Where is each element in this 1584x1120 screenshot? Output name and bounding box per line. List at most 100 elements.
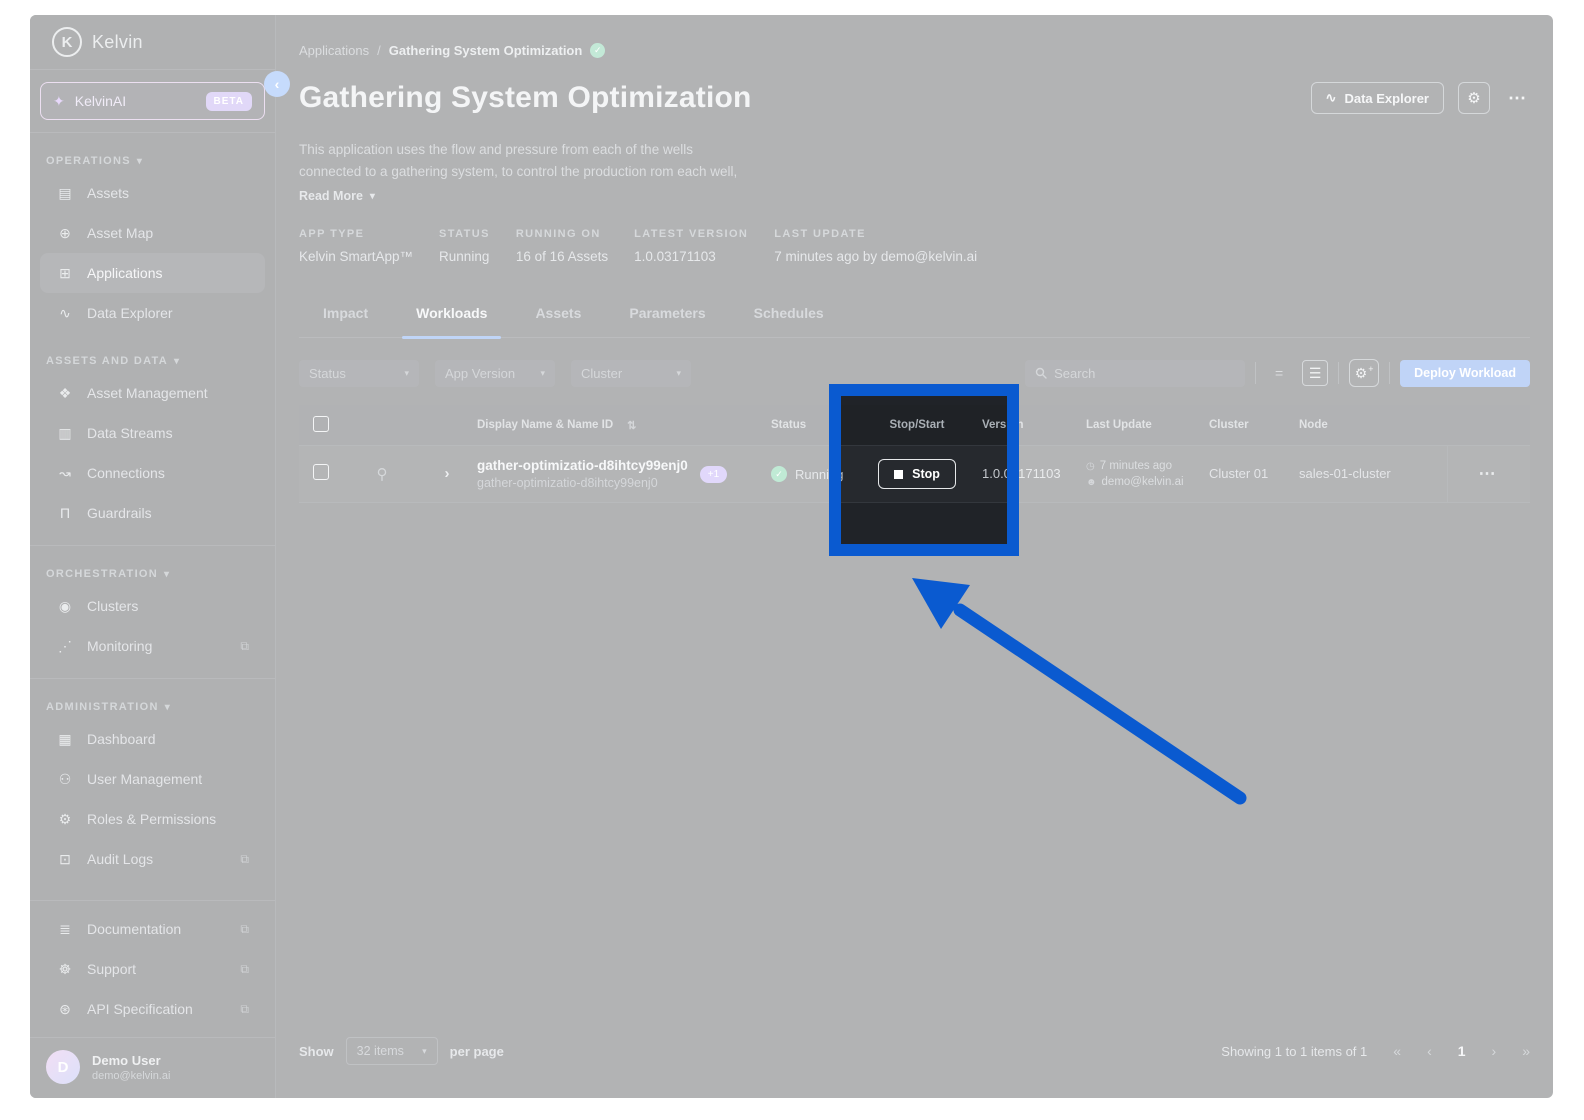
meta-value: 7 minutes ago by demo@kelvin.ai (774, 249, 978, 264)
compact-rows-icon: = (1275, 365, 1284, 381)
tab-workloads[interactable]: Workloads (392, 295, 511, 339)
sidebar-item-support[interactable]: ☸ Support ⧉ (40, 949, 265, 989)
sidebar-item-kelvinai[interactable]: ✦ KelvinAI BETA (40, 82, 265, 120)
clock-icon: ◷ (1086, 460, 1095, 472)
data-explorer-button[interactable]: ∿ Data Explorer (1310, 82, 1444, 114)
assets-icon: ▤ (58, 184, 72, 201)
section-header-assets-and-data[interactable]: ASSETS AND DATA ▾ (30, 347, 275, 373)
row-actions-button[interactable]: ⋯ (1479, 464, 1496, 484)
sidebar-item-guardrails[interactable]: Π Guardrails (40, 493, 265, 533)
tab-assets[interactable]: Assets (511, 295, 605, 337)
app-window: K Kelvin ✦ KelvinAI BETA OPERATIONS ▾ ▤ … (30, 15, 1553, 1098)
sidebar-item-label: Clusters (87, 598, 139, 614)
sidebar-item-data-explorer[interactable]: ∿ Data Explorer (40, 293, 265, 333)
sidebar-item-applications[interactable]: ⊞ Applications (40, 253, 265, 293)
sidebar-item-dashboard[interactable]: ▦ Dashboard (40, 719, 265, 759)
sidebar-item-user-management[interactable]: ⚇ User Management (40, 759, 265, 799)
cluster-filter-dropdown[interactable]: Cluster ▾ (571, 359, 691, 387)
stop-button[interactable]: Stop (878, 459, 956, 489)
app-version-filter-dropdown[interactable]: App Version ▾ (435, 359, 555, 387)
previous-page-button[interactable]: ‹ (1427, 1043, 1432, 1059)
kelvin-logo-icon: K (52, 27, 82, 57)
current-page[interactable]: 1 (1458, 1043, 1466, 1059)
sidebar-item-connections[interactable]: ↝ Connections (40, 453, 265, 493)
settings-button[interactable]: ⚙ (1458, 82, 1490, 114)
section-header-operations[interactable]: OPERATIONS ▾ (30, 147, 275, 173)
tab-schedules[interactable]: Schedules (730, 295, 848, 337)
table-row[interactable]: ⚲ › gather-optimizatio-d8ihtcy99enj0 gat… (299, 445, 1530, 503)
meta-label: APP TYPE (299, 228, 365, 240)
read-more-toggle[interactable]: Read More ▾ (299, 189, 375, 203)
api-globe-icon: ⊛ (59, 1000, 71, 1017)
search-input[interactable] (1054, 365, 1225, 381)
compact-view-toggle[interactable]: = (1266, 360, 1292, 386)
tab-parameters[interactable]: Parameters (605, 295, 729, 337)
table-settings-button[interactable]: ⚙ + (1349, 359, 1380, 387)
sidebar-collapse-button[interactable]: ‹ (264, 71, 290, 97)
more-options-button[interactable]: ⋯ (1504, 88, 1530, 109)
tab-impact[interactable]: Impact (299, 295, 392, 337)
users-icon: ⚇ (58, 770, 72, 787)
sidebar-section-administration: ADMINISTRATION ▾ ▦ Dashboard ⚇ User Mana… (30, 679, 275, 879)
breadcrumb-current: Gathering System Optimization (388, 43, 583, 58)
sort-icon[interactable]: ⇅ (627, 419, 636, 432)
section-header-administration[interactable]: ADMINISTRATION ▾ (30, 693, 275, 719)
asset-management-icon: ❖ (58, 384, 72, 401)
column-header-status: Status (757, 419, 857, 431)
stop-label: Stop (912, 467, 940, 481)
deploy-workload-button[interactable]: Deploy Workload (1400, 359, 1530, 387)
sidebar-item-label: Data Explorer (87, 305, 173, 321)
waveform-icon: ∿ (1325, 90, 1337, 105)
dropdown-label: App Version (445, 365, 516, 381)
user-menu[interactable]: D Demo User demo@kelvin.ai (30, 1038, 275, 1098)
column-header-name[interactable]: Display Name & Name ID ⇅ (477, 419, 757, 432)
row-checkbox[interactable] (313, 463, 329, 480)
header-label: Status (771, 419, 807, 431)
sidebar-item-api-specification[interactable]: ⊛ API Specification ⧉ (40, 989, 265, 1029)
workload-display-name[interactable]: gather-optimizatio-d8ihtcy99enj0 (477, 458, 688, 473)
sidebar-item-data-streams[interactable]: ▥ Data Streams (40, 413, 265, 453)
sidebar-item-assets[interactable]: ▤ Assets (40, 173, 265, 213)
breadcrumb-separator: / (377, 43, 381, 58)
monitoring-icon: ⋰ (58, 637, 72, 654)
data-explorer-label: Data Explorer (1344, 90, 1429, 106)
sidebar: K Kelvin ✦ KelvinAI BETA OPERATIONS ▾ ▤ … (30, 15, 276, 1098)
section-header-orchestration[interactable]: ORCHESTRATION ▾ (30, 560, 275, 586)
column-header-cluster: Cluster (1202, 419, 1297, 431)
page-size-dropdown[interactable]: 32 items ▾ (345, 1037, 438, 1065)
per-page-label: per page (449, 1043, 504, 1059)
sidebar-item-documentation[interactable]: ≣ Documentation ⧉ (40, 909, 265, 949)
next-page-button[interactable]: › (1492, 1043, 1497, 1059)
pin-icon[interactable]: ⚲ (377, 466, 388, 483)
sidebar-item-monitoring[interactable]: ⋰ Monitoring ⧉ (40, 626, 265, 666)
list-rows-icon: ☰ (1308, 364, 1322, 381)
sidebar-item-clusters[interactable]: ◉ Clusters (40, 586, 265, 626)
sidebar-item-roles-permissions[interactable]: ⚙ Roles & Permissions (40, 799, 265, 839)
breadcrumb-applications-link[interactable]: Applications (299, 43, 369, 58)
read-more-label: Read More (299, 189, 363, 203)
brand-logo: K Kelvin (30, 15, 275, 69)
row-expand-chevron-icon[interactable]: › (445, 465, 450, 482)
section-label: ASSETS AND DATA (46, 355, 168, 367)
divider (1389, 362, 1391, 384)
sidebar-section-orchestration: ORCHESTRATION ▾ ◉ Clusters ⋰ Monitoring … (30, 546, 275, 666)
sidebar-item-label: Asset Map (87, 225, 154, 241)
first-page-button[interactable]: « (1393, 1043, 1401, 1059)
select-all-checkbox[interactable] (313, 415, 329, 432)
user-name: Demo User (92, 1052, 161, 1068)
sidebar-item-label: User Management (87, 771, 203, 787)
sidebar-item-asset-management[interactable]: ❖ Asset Management (40, 373, 265, 413)
plus-icon: + (1368, 364, 1374, 374)
list-view-toggle[interactable]: ☰ (1302, 360, 1329, 386)
external-link-icon: ⧉ (240, 851, 249, 866)
status-check-icon: ✓ (771, 466, 787, 482)
person-icon: ☻ (1086, 476, 1097, 488)
meta-status: STATUS Running (439, 228, 490, 264)
status-filter-dropdown[interactable]: Status ▾ (299, 359, 419, 387)
sidebar-item-label: Support (87, 961, 137, 977)
sidebar-item-label: Documentation (87, 921, 182, 937)
sidebar-item-asset-map[interactable]: ⊕ Asset Map (40, 213, 265, 253)
last-page-button[interactable]: » (1522, 1043, 1530, 1059)
search-input-wrap (1025, 359, 1246, 387)
sidebar-item-audit-logs[interactable]: ⊡ Audit Logs ⧉ (40, 839, 265, 879)
